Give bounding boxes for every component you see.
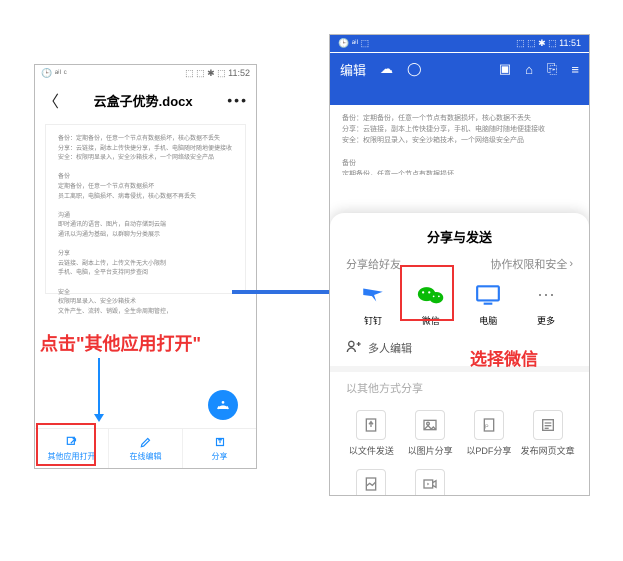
annotation-wechat: 选择微信 <box>470 345 538 370</box>
app-more[interactable]: ⋯ 更多 <box>519 280 573 327</box>
svg-text:P: P <box>485 424 489 430</box>
sheet-subheader: 分享给好友 协作权限和安全› <box>342 256 577 280</box>
cloud-icon[interactable]: ☁ <box>380 61 393 77</box>
share-sheet: 分享与发送 分享给好友 协作权限和安全› 钉钉 微信 <box>330 213 589 495</box>
annotation-open-other: 点击"其他应用打开" <box>40 330 201 356</box>
toolbar: 编辑 ☁ ◯ ▣ ⌂ ⎘ ≡ <box>330 53 589 85</box>
image-icon <box>415 410 445 440</box>
fab-icon <box>215 397 231 413</box>
share-as-image[interactable]: 以图片分享 <box>401 404 460 463</box>
tab-label: 其他应用打开 <box>48 451 96 462</box>
tab-share[interactable]: 分享 <box>183 429 256 468</box>
document-preview: 备份：定期备份，任意一个节点有数据损坏，核心数据不丢失 分享：云链接，副本上传快… <box>45 124 246 294</box>
send-as-file[interactable]: 以文件发送 <box>342 404 401 463</box>
computer-icon <box>473 280 503 310</box>
tab-label: 在线编辑 <box>130 451 162 462</box>
generate-pure-doc[interactable]: 生成纯图文档 防止复制篡改 <box>342 463 401 496</box>
dingtalk-icon <box>358 280 388 310</box>
other-way-grid: 以文件发送 以图片分享 P 以PDF分享 发布网页文章 生成纯图文档 防止复制篡… <box>342 404 577 496</box>
edit-icon <box>139 435 153 449</box>
back-icon[interactable]: 〈 <box>43 88 59 112</box>
menu-icon[interactable]: ≡ <box>571 62 579 77</box>
tool-b-icon[interactable]: ⎘ <box>547 61 557 77</box>
app-dingtalk[interactable]: 钉钉 <box>346 280 400 327</box>
status-right: ⬚ ⬚ ✱ ⬚ 11:52 <box>185 68 250 79</box>
pure-doc-icon <box>356 469 386 496</box>
status-bar: 🕒 ᵃⁱˡ ⬚ ⬚ ⬚ ✱ ⬚ 11:51 <box>330 35 589 52</box>
web-article-icon <box>533 410 563 440</box>
open-external-icon <box>65 435 79 449</box>
share-apps-row: 钉钉 微信 电脑 ⋯ 更多 <box>342 280 577 331</box>
publish-web-article[interactable]: 发布网页文章 <box>518 404 577 463</box>
multi-edit-icon <box>346 339 362 356</box>
insert-icon[interactable]: ▣ <box>499 61 511 77</box>
separator <box>330 366 589 372</box>
meeting-icon <box>415 469 445 496</box>
app-wechat[interactable]: 微信 <box>404 280 458 327</box>
permission-link[interactable]: 协作权限和安全› <box>490 256 573 272</box>
app-computer[interactable]: 电脑 <box>461 280 515 327</box>
pdf-icon: P <box>474 410 504 440</box>
fab-button[interactable] <box>208 390 238 420</box>
bottom-tabbar: 其他应用打开 在线编辑 分享 <box>35 428 256 468</box>
chevron-right-icon: › <box>569 258 573 270</box>
status-left: 🕒 ᵃⁱˡ ᶜ <box>41 68 67 79</box>
tab-open-other[interactable]: 其他应用打开 <box>35 429 109 468</box>
remote-meeting[interactable]: 远程会议 <box>401 463 460 496</box>
more-icon: ⋯ <box>531 280 561 310</box>
file-icon <box>356 410 386 440</box>
status-right: ⬚ ⬚ ✱ ⬚ 11:51 <box>516 38 581 49</box>
tab-edit-online[interactable]: 在线编辑 <box>109 429 183 468</box>
tab-label: 分享 <box>212 451 228 462</box>
doc-title: 云盒子优势.docx <box>94 91 193 110</box>
other-way-label: 以其他方式分享 <box>342 374 577 404</box>
share-friends-label: 分享给好友 <box>346 256 401 272</box>
more-icon[interactable]: ••• <box>227 92 248 108</box>
toolbar-edit[interactable]: 编辑 <box>340 60 366 79</box>
wechat-icon <box>416 280 446 310</box>
multi-edit-row[interactable]: 多人编辑 <box>342 331 577 364</box>
right-phone: 🕒 ᵃⁱˡ ⬚ ⬚ ⬚ ✱ ⬚ 11:51 编辑 ☁ ◯ ▣ ⌂ ⎘ ≡ 备份：… <box>329 34 590 496</box>
title-bar: 〈 云盒子优势.docx ••• <box>35 82 256 118</box>
share-icon <box>213 435 227 449</box>
arrow-down <box>98 358 100 420</box>
document-preview: 备份：定期备份，任意一个节点有数据损坏，核心数据不丢失 分享：云链接，副本上传快… <box>330 105 589 175</box>
sheet-title: 分享与发送 <box>342 223 577 256</box>
share-as-pdf[interactable]: P 以PDF分享 <box>460 404 519 463</box>
left-phone: 🕒 ᵃⁱˡ ᶜ ⬚ ⬚ ✱ ⬚ 11:52 〈 云盒子优势.docx ••• 备… <box>34 64 257 469</box>
top-area: 🕒 ᵃⁱˡ ⬚ ⬚ ⬚ ✱ ⬚ 11:51 编辑 ☁ ◯ ▣ ⌂ ⎘ ≡ <box>330 53 589 105</box>
profile-icon[interactable]: ◯ <box>407 61 422 77</box>
status-left: 🕒 ᵃⁱˡ ⬚ <box>338 38 369 49</box>
tool-a-icon[interactable]: ⌂ <box>525 62 533 77</box>
status-bar: 🕒 ᵃⁱˡ ᶜ ⬚ ⬚ ✱ ⬚ 11:52 <box>35 65 256 82</box>
